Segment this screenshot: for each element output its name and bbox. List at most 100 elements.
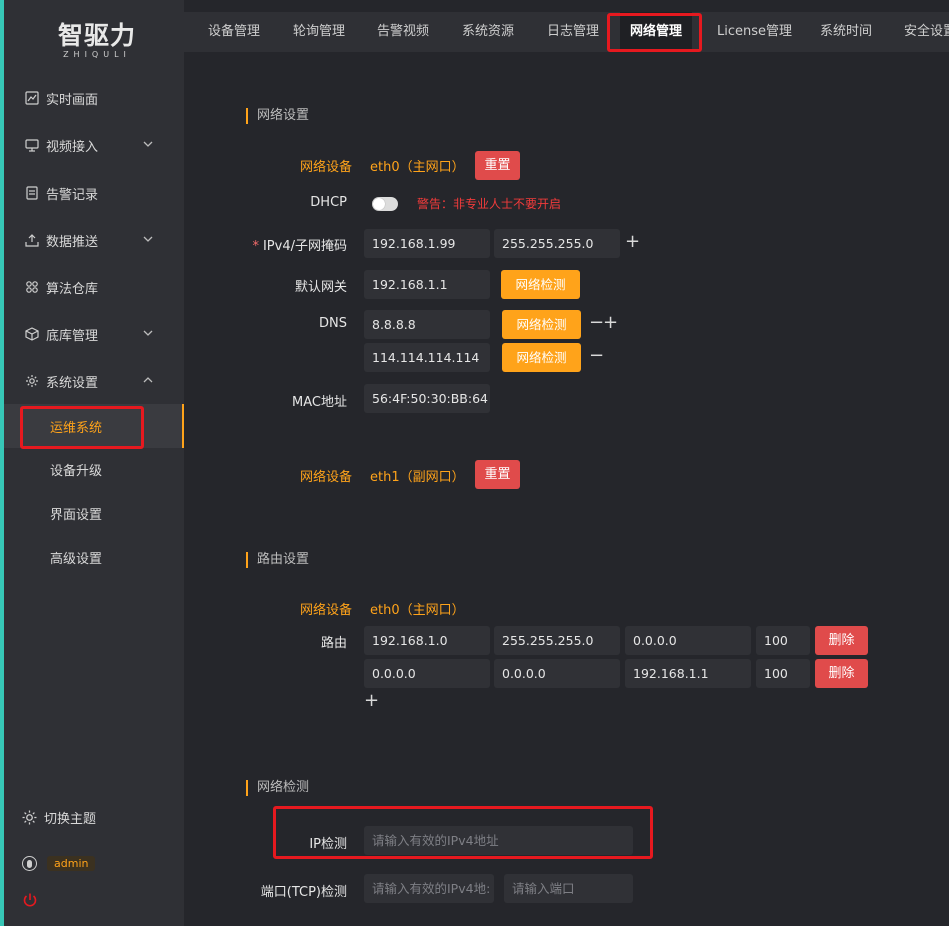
- mac-label: MAC地址: [292, 395, 347, 410]
- switch-theme-button[interactable]: 切换主题: [22, 808, 96, 827]
- avatar: [22, 856, 37, 871]
- sidebar-item-video-input[interactable]: 视频接入: [4, 123, 184, 167]
- sidebar-item-gallery-management[interactable]: 底库管理: [4, 312, 184, 356]
- network-check-title: 网络检测: [246, 780, 309, 796]
- route-mask-input[interactable]: 0.0.0.0: [494, 659, 620, 688]
- eth1-device-value: eth1（副网口）: [370, 470, 465, 485]
- sidebar: 智驱力 ZHIQULI 实时画面 视频接入 告警记录 数据推送 算法仓库 底库管…: [4, 0, 184, 926]
- sidebar-item-alarm-records[interactable]: 告警记录: [4, 171, 184, 215]
- power-icon: [23, 893, 37, 907]
- tab-alarm-video[interactable]: 告警视频: [377, 12, 429, 52]
- tab-polling-management[interactable]: 轮询管理: [293, 12, 345, 52]
- eth1-device-label: 网络设备: [299, 470, 352, 485]
- subnet-mask-input[interactable]: 255.255.255.0: [494, 229, 620, 258]
- ipv4-label: * IPv4/子网掩码: [250, 235, 347, 254]
- remove-dns-icon[interactable]: −: [589, 314, 604, 332]
- eth0-device-label: 网络设备: [299, 160, 352, 175]
- user-menu[interactable]: admin: [22, 856, 96, 871]
- gateway-detect-button[interactable]: 网络检测: [501, 270, 580, 299]
- add-dns-icon[interactable]: +: [603, 314, 618, 332]
- dns1-detect-button[interactable]: 网络检测: [502, 310, 581, 339]
- sidebar-item-live-view[interactable]: 实时画面: [4, 76, 184, 120]
- sidebar-item-label: 实时画面: [46, 92, 99, 108]
- route-device-label: 网络设备: [299, 603, 352, 618]
- logout-button[interactable]: [22, 892, 38, 908]
- route-destination-input[interactable]: 0.0.0.0: [364, 659, 490, 688]
- mac-address-field: 56:4F:50:30:BB:64: [364, 384, 490, 413]
- required-mark: *: [252, 239, 259, 254]
- tcp-ip-input[interactable]: 请输入有效的IPv4地:: [364, 874, 494, 903]
- route-gateway-input[interactable]: 0.0.0.0: [625, 626, 751, 655]
- sidebar-item-label: 视频接入: [46, 139, 99, 155]
- dns1-input[interactable]: 8.8.8.8: [364, 310, 490, 339]
- route-gateway-input[interactable]: 192.168.1.1: [625, 659, 751, 688]
- monitor-icon: [24, 137, 40, 153]
- eth0-reset-button[interactable]: 重置: [475, 151, 520, 180]
- sidebar-item-label: 算法仓库: [46, 281, 99, 297]
- eth0-device-value: eth0（主网口）: [370, 160, 465, 175]
- tcp-check-label: 端口(TCP)检测: [260, 885, 347, 900]
- sidebar-subitem-label: 设备升级: [50, 463, 103, 479]
- ip-check-input[interactable]: 请输入有效的IPv4地址: [364, 826, 633, 855]
- remove-dns-icon[interactable]: −: [589, 347, 604, 365]
- add-route-icon[interactable]: +: [364, 692, 379, 710]
- sidebar-item-label: 底库管理: [46, 328, 99, 344]
- tab-system-resources[interactable]: 系统资源: [462, 12, 514, 52]
- tab-network-management[interactable]: 网络管理: [620, 12, 693, 52]
- tab-bar: 设备管理 轮询管理 告警视频 系统资源 日志管理 网络管理 License管理 …: [184, 12, 949, 52]
- sidebar-item-data-push[interactable]: 数据推送: [4, 218, 184, 262]
- sidebar-subitem-ops-system[interactable]: 运维系统: [4, 404, 184, 448]
- eth1-reset-button[interactable]: 重置: [475, 460, 520, 489]
- tab-log-management[interactable]: 日志管理: [547, 12, 599, 52]
- algorithm-icon: [24, 279, 40, 295]
- dhcp-warning: 警告：非专业人士不要开启: [417, 197, 562, 211]
- sidebar-item-label: 告警记录: [46, 187, 99, 203]
- sidebar-item-system-settings[interactable]: 系统设置: [4, 359, 184, 403]
- brand-name-en: ZHIQULI: [63, 50, 131, 59]
- tab-security-settings[interactable]: 安全设置: [904, 12, 949, 52]
- ip-check-label: IP检测: [309, 837, 347, 852]
- user-icon: [27, 859, 32, 868]
- sidebar-subitem-advanced-settings[interactable]: 高级设置: [4, 535, 184, 579]
- dns-label: DNS: [319, 316, 347, 331]
- toggle-knob: [373, 198, 385, 210]
- ipv4-label-text: IPv4/子网掩码: [262, 239, 347, 254]
- sun-icon: [22, 810, 38, 826]
- chevron-down-icon: [143, 330, 153, 336]
- sidebar-subitem-label: 运维系统: [50, 420, 103, 436]
- document-icon: [24, 185, 40, 201]
- sidebar-item-algorithm-store[interactable]: 算法仓库: [4, 265, 184, 309]
- dns2-detect-button[interactable]: 网络检测: [502, 343, 581, 372]
- route-label: 路由: [320, 636, 347, 651]
- brand-name-cn: 智驱力: [57, 21, 136, 50]
- sidebar-subitem-ui-settings[interactable]: 界面设置: [4, 491, 184, 535]
- chevron-up-icon: [143, 377, 153, 383]
- gateway-input[interactable]: 192.168.1.1: [364, 270, 490, 299]
- sidebar-subitem-label: 界面设置: [50, 507, 103, 523]
- route-device-value: eth0（主网口）: [370, 603, 465, 618]
- tab-device-management[interactable]: 设备管理: [208, 12, 260, 52]
- gear-icon: [24, 373, 40, 389]
- tcp-port-input[interactable]: 请输入端口: [504, 874, 633, 903]
- route-mask-input[interactable]: 255.255.255.0: [494, 626, 620, 655]
- route-delete-button[interactable]: 删除: [815, 659, 868, 688]
- ipv4-address-input[interactable]: 192.168.1.99: [364, 229, 490, 258]
- route-delete-button[interactable]: 删除: [815, 626, 868, 655]
- dns2-input[interactable]: 114.114.114.114: [364, 343, 490, 372]
- dhcp-toggle[interactable]: [372, 197, 398, 211]
- username-badge: admin: [47, 856, 96, 871]
- sidebar-subitem-device-upgrade[interactable]: 设备升级: [4, 447, 184, 491]
- route-metric-input[interactable]: 100: [756, 626, 810, 655]
- route-settings-title: 路由设置: [246, 552, 309, 568]
- route-metric-input[interactable]: 100: [756, 659, 810, 688]
- add-ip-icon[interactable]: +: [625, 233, 640, 251]
- route-destination-input[interactable]: 192.168.1.0: [364, 626, 490, 655]
- tab-system-time[interactable]: 系统时间: [820, 12, 872, 52]
- gateway-label: 默认网关: [294, 280, 347, 295]
- chart-icon: [24, 90, 40, 106]
- dhcp-label: DHCP: [310, 195, 347, 210]
- network-settings-title: 网络设置: [246, 108, 309, 124]
- sidebar-subitem-label: 高级设置: [50, 551, 103, 567]
- brand-logo: 智驱力 ZHIQULI: [52, 21, 142, 60]
- tab-license-management[interactable]: License管理: [717, 12, 792, 52]
